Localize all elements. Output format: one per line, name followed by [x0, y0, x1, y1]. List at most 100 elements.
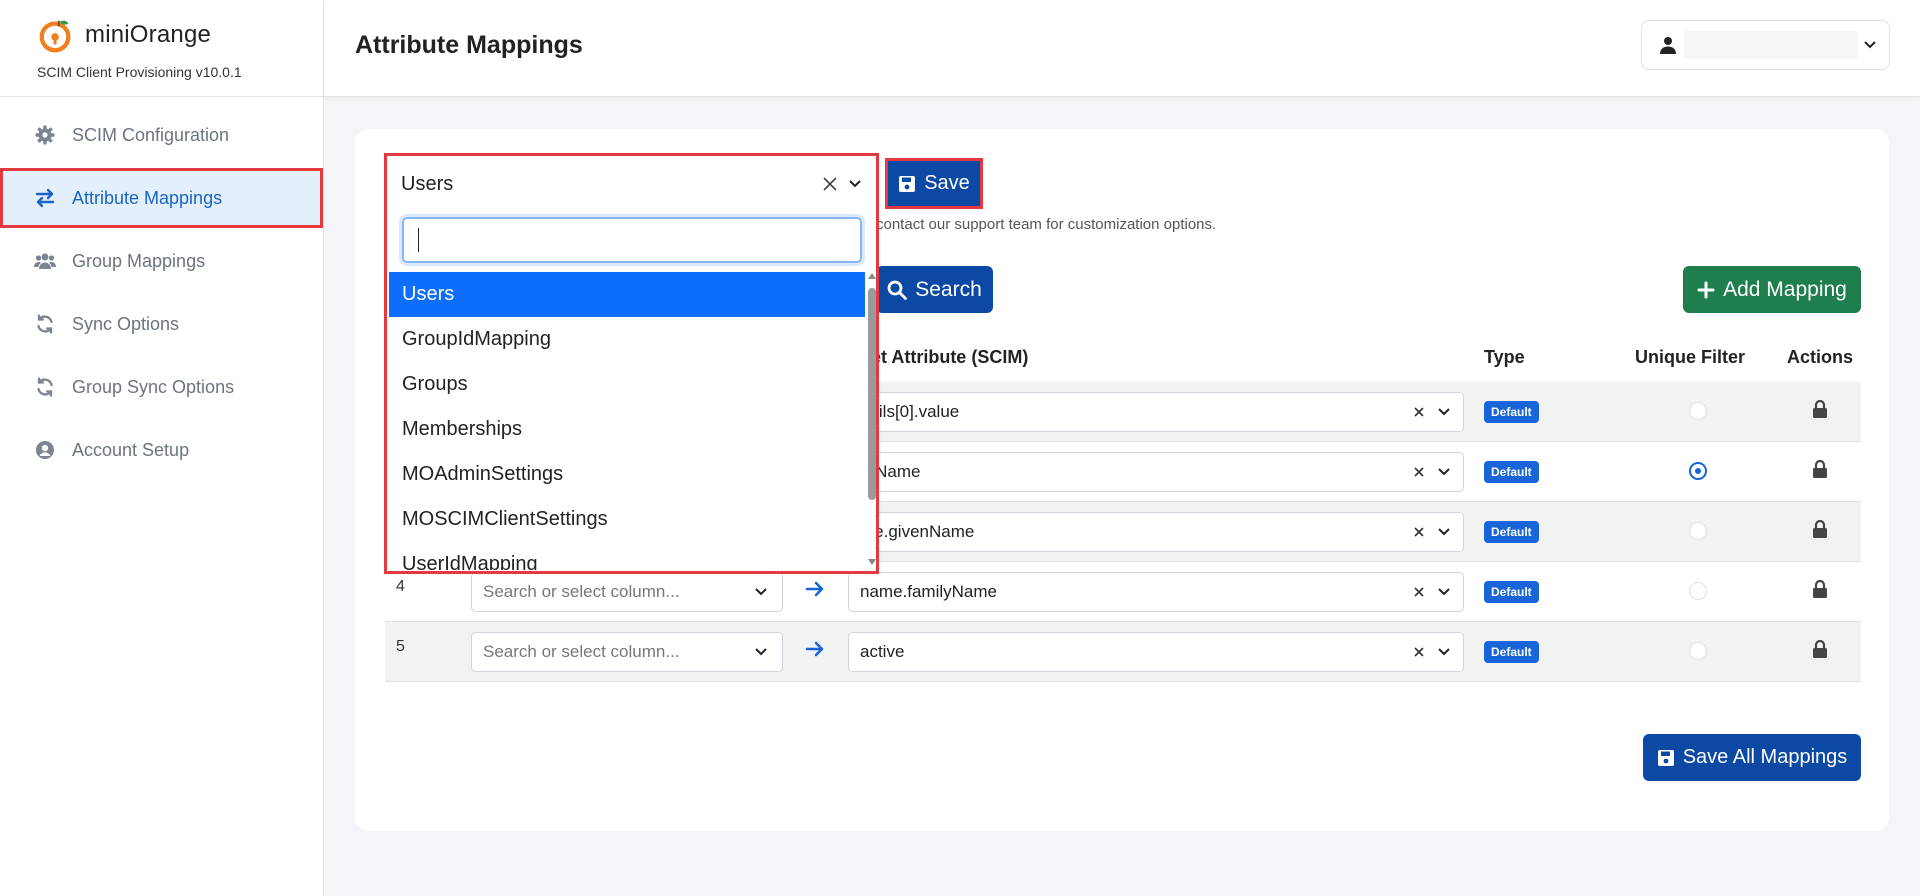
- arrow-right-icon: [805, 581, 824, 597]
- arrow-right-icon: [805, 641, 824, 657]
- table-option[interactable]: GroupIdMapping: [389, 317, 865, 362]
- type-badge: Default: [1484, 401, 1539, 423]
- scrollbar-thumb[interactable]: [868, 288, 876, 500]
- col-header-unique-filter: Unique Filter: [1635, 347, 1746, 367]
- sidebar-item-label: SCIM Configuration: [72, 124, 230, 145]
- table-option[interactable]: Memberships: [389, 407, 865, 452]
- save-all-mappings-button[interactable]: Save All Mappings: [1643, 734, 1861, 781]
- unique-filter-radio[interactable]: [1689, 522, 1707, 540]
- table-option[interactable]: MOSCIMClientSettings: [389, 497, 865, 542]
- sync-icon: [34, 376, 56, 398]
- chevron-down-icon: [1864, 41, 1876, 49]
- chevron-down-icon: [755, 588, 767, 596]
- unique-filter-radio[interactable]: [1689, 642, 1707, 660]
- clear-icon[interactable]: [1413, 406, 1425, 418]
- users-icon: [34, 250, 56, 272]
- type-badge: Default: [1484, 461, 1539, 483]
- source-column-select[interactable]: Search or select column...: [471, 572, 783, 612]
- user-menu-dropdown[interactable]: [1641, 20, 1890, 70]
- chevron-down-icon: [1438, 408, 1450, 416]
- floppy-disk-icon: [1657, 749, 1674, 766]
- sidebar: miniOrange SCIM Client Provisioning v10.…: [0, 0, 324, 896]
- table-option[interactable]: Groups: [389, 362, 865, 407]
- save-button[interactable]: Save: [885, 158, 983, 209]
- sidebar-item-label: Group Mappings: [72, 250, 206, 271]
- sidebar-item-label: Account Setup: [72, 439, 190, 460]
- scroll-down-arrow-icon: [868, 559, 876, 565]
- table-search-input[interactable]: [402, 217, 862, 263]
- brand: miniOrange SCIM Client Provisioning v10.…: [0, 0, 323, 97]
- sidebar-item-scim-configuration[interactable]: SCIM Configuration: [0, 105, 323, 165]
- sidebar-item-sync-options[interactable]: Sync Options: [0, 294, 323, 354]
- lock-icon: [1813, 399, 1827, 418]
- source-column-placeholder: Search or select column...: [483, 582, 680, 601]
- exchange-icon: [34, 187, 56, 209]
- lock-icon: [1813, 519, 1827, 538]
- clear-icon[interactable]: [1413, 586, 1425, 598]
- table-option[interactable]: MOAdminSettings: [389, 452, 865, 497]
- floppy-disk-icon: [899, 175, 916, 192]
- info-text: contact our support team for customizati…: [876, 216, 1217, 233]
- chevron-down-icon: [1438, 528, 1450, 536]
- unique-filter-radio[interactable]: [1689, 582, 1707, 600]
- sidebar-item-attribute-mappings[interactable]: Attribute Mappings: [0, 168, 323, 228]
- target-attribute-select[interactable]: nails[0].value: [848, 392, 1464, 432]
- search-button-label: Search: [915, 277, 982, 301]
- text-cursor: [418, 228, 419, 252]
- search-button[interactable]: Search: [876, 266, 993, 313]
- user-icon: [1660, 37, 1676, 54]
- target-attribute-select[interactable]: active: [848, 632, 1464, 672]
- lock-icon: [1813, 579, 1827, 598]
- clear-icon[interactable]: [1413, 526, 1425, 538]
- sidebar-item-label: Sync Options: [72, 313, 180, 334]
- chevron-down-icon: [849, 180, 861, 188]
- table-row: 5 Search or select column... active Defa…: [385, 622, 1861, 682]
- source-column-select[interactable]: Search or select column...: [471, 632, 783, 672]
- chevron-down-icon: [1438, 588, 1450, 596]
- target-attribute-select[interactable]: erName: [848, 452, 1464, 492]
- row-number: 5: [396, 638, 405, 655]
- row-number: 4: [396, 578, 405, 595]
- clear-icon[interactable]: [1413, 466, 1425, 478]
- scroll-up-arrow-icon: [868, 273, 876, 279]
- sidebar-item-group-sync-options[interactable]: Group Sync Options: [0, 357, 323, 417]
- sidebar-item-account-setup[interactable]: Account Setup: [0, 420, 323, 480]
- sidebar-item-group-mappings[interactable]: Group Mappings: [0, 231, 323, 291]
- clear-icon[interactable]: [822, 176, 838, 192]
- options-scrollbar[interactable]: [866, 272, 878, 572]
- lock-icon: [1813, 459, 1827, 478]
- col-header-type: Type: [1484, 347, 1525, 367]
- table-option[interactable]: UserIdMapping: [389, 542, 865, 570]
- add-mapping-button[interactable]: Add Mapping: [1683, 266, 1861, 313]
- col-header-actions: Actions: [1787, 347, 1854, 367]
- plus-icon: [1697, 281, 1715, 298]
- user-name-redacted: [1684, 31, 1858, 59]
- top-header: Attribute Mappings: [324, 0, 1920, 97]
- user-circle-icon: [34, 439, 56, 461]
- brand-subtitle: SCIM Client Provisioning v10.0.1: [37, 64, 242, 80]
- sidebar-item-label: Group Sync Options: [72, 376, 235, 397]
- save-all-label: Save All Mappings: [1682, 746, 1848, 768]
- add-mapping-label: Add Mapping: [1723, 277, 1847, 301]
- save-button-label: Save: [924, 172, 970, 194]
- type-badge: Default: [1484, 521, 1539, 543]
- search-icon: [887, 280, 908, 300]
- unique-filter-radio[interactable]: [1689, 402, 1707, 420]
- chevron-down-icon: [755, 648, 767, 656]
- miniorange-logo-icon: [39, 20, 71, 53]
- table-select-dropdown[interactable]: Users Users GroupIdMapping Groups Member…: [384, 153, 879, 574]
- lock-icon: [1813, 639, 1827, 658]
- unique-filter-radio[interactable]: [1689, 462, 1707, 480]
- clear-icon[interactable]: [1413, 646, 1425, 658]
- type-badge: Default: [1484, 581, 1539, 603]
- chevron-down-icon: [1438, 468, 1450, 476]
- type-badge: Default: [1484, 641, 1539, 663]
- sidebar-nav: SCIM Configuration Attribute Mappings Gr…: [0, 97, 323, 480]
- chevron-down-icon: [1438, 648, 1450, 656]
- target-attribute-select[interactable]: me.givenName: [848, 512, 1464, 552]
- table-option[interactable]: Users: [389, 272, 865, 317]
- table-select-control[interactable]: Users: [391, 160, 872, 208]
- page-title: Attribute Mappings: [355, 31, 583, 59]
- target-attribute-select[interactable]: name.familyName: [848, 572, 1464, 612]
- sync-icon: [34, 313, 56, 335]
